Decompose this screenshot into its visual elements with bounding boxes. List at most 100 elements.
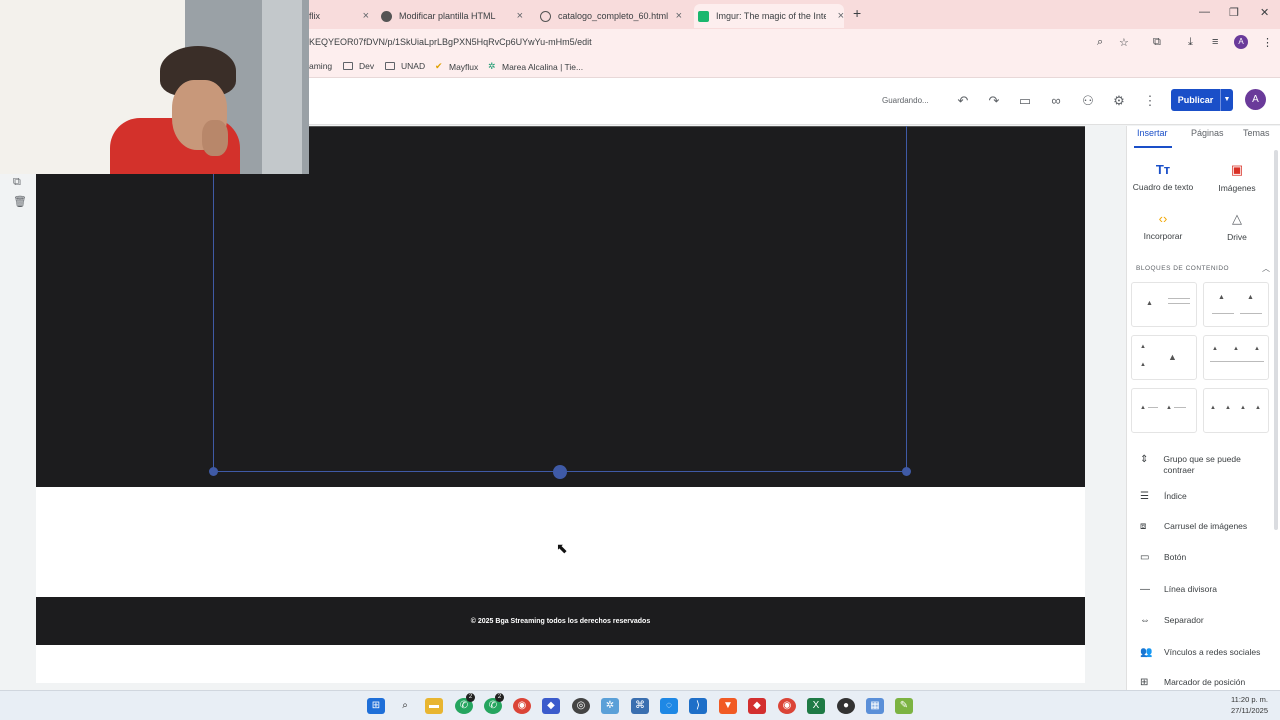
downloads-icon[interactable]: ⤓ [1188, 36, 1193, 49]
app-icon[interactable]: ✲ [601, 698, 619, 714]
app-icon[interactable]: ⌘ [631, 698, 649, 714]
duplicate-section-icon[interactable]: ⧉ [13, 176, 27, 189]
app-icon[interactable]: ◆ [748, 698, 766, 714]
resize-handle[interactable] [902, 467, 911, 476]
social-links-item[interactable]: 👥 Vínculos a redes sociales [1140, 647, 1270, 658]
link-icon[interactable]: ∞ [1046, 91, 1066, 111]
toc-item[interactable]: ☰ Índice [1140, 491, 1270, 502]
image-placeholder-icon: ▲ [1240, 405, 1246, 411]
image-placeholder-icon: ▲ [1140, 344, 1146, 350]
close-tab-icon[interactable]: × [676, 10, 682, 22]
layout-card[interactable]: ▲ ▲ [1203, 282, 1269, 327]
collapsible-group-item[interactable]: ⇕ Grupo que se puede contraer [1140, 454, 1270, 476]
spacer-item[interactable]: ⇔ Separador [1140, 615, 1270, 626]
reading-list-icon[interactable]: ≡ [1212, 36, 1218, 48]
image-placeholder-icon: ▲ [1212, 346, 1218, 352]
close-tab-icon[interactable]: × [838, 10, 844, 22]
selected-element-box[interactable] [213, 126, 907, 472]
close-tab-icon[interactable]: × [363, 10, 369, 22]
bookmark-folder[interactable]: Dev [343, 61, 374, 71]
new-tab-icon[interactable]: + [853, 5, 861, 21]
images-tool[interactable]: ▣ Imágenes [1202, 162, 1272, 193]
extensions-icon[interactable]: ⧉ [1153, 36, 1161, 49]
layout-card[interactable]: ▲ ▲ [1131, 388, 1197, 433]
text-box-tool[interactable]: Tт Cuadro de texto [1128, 162, 1198, 192]
browser-tab[interactable]: catalogo_completo_60.html × [540, 4, 682, 28]
redo-icon[interactable]: ↷ [984, 91, 1004, 111]
url-field[interactable]: KEQYEOR07fDVN/p/1SkUiaLprLBgPXN5HqRvCp6U… [309, 37, 592, 47]
bookmark-item[interactable]: aming [309, 61, 332, 71]
tab-themes[interactable]: Temas [1243, 128, 1270, 138]
layout-card[interactable]: ▲ ▲ ▲ [1203, 335, 1269, 380]
publish-button[interactable]: Publicar ▼ [1171, 89, 1233, 111]
zoom-icon[interactable]: ⌕ [1097, 36, 1103, 49]
carousel-item[interactable]: ⧈ Carrusel de imágenes [1140, 521, 1270, 532]
layout-card[interactable]: ▲ [1131, 282, 1197, 327]
mouse-cursor: ⬉ [556, 540, 568, 556]
excel-icon[interactable]: X [807, 698, 825, 714]
drive-icon: △ [1232, 211, 1242, 226]
image-placeholder-icon: ▲ [1168, 352, 1177, 362]
text-line [1210, 361, 1264, 362]
app-icon[interactable]: ● [837, 698, 855, 714]
chrome-icon[interactable]: ◉ [778, 698, 796, 714]
image-placeholder-icon: ▲ [1140, 362, 1146, 368]
app-icon[interactable]: ▦ [866, 698, 884, 714]
bookmark-item[interactable]: ✲ Marea Alcalina | Tie... [488, 61, 583, 72]
bottom-section[interactable] [36, 645, 1085, 683]
more-options-icon[interactable]: ⋮ [1140, 91, 1160, 111]
undo-icon[interactable]: ↶ [953, 91, 973, 111]
browser-tab[interactable]: Modificar plantilla HTML × [381, 4, 523, 28]
embed-tool[interactable]: ‹› Incorporar [1128, 211, 1198, 241]
app-icon[interactable]: ✎ [895, 698, 913, 714]
preview-icon[interactable]: ▭ [1015, 91, 1035, 111]
app-icon[interactable]: ◌ [660, 698, 678, 714]
close-window-icon[interactable]: ✕ [1260, 6, 1269, 19]
minimize-icon[interactable]: — [1199, 6, 1210, 18]
drive-tool[interactable]: △ Drive [1202, 211, 1272, 242]
system-clock[interactable]: 11:20 p. m. 27/11/2025 [1231, 694, 1268, 716]
chevron-up-icon[interactable]: ︿ [1262, 263, 1270, 274]
notification-badge: 2 [466, 693, 475, 702]
share-icon[interactable]: ⚇ [1078, 91, 1098, 111]
layout-card[interactable]: ▲ ▲ ▲ [1131, 335, 1197, 380]
divider-item[interactable]: — Línea divisora [1140, 584, 1270, 595]
publish-dropdown-icon[interactable]: ▼ [1220, 89, 1233, 111]
bookmark-item[interactable]: ✔ Mayflux [435, 61, 478, 72]
panel-scrollbar[interactable] [1274, 150, 1278, 530]
browser-tab[interactable]: Imgur: The magic of the Interne × [694, 4, 844, 28]
settings-icon[interactable]: ⚙ [1109, 91, 1129, 111]
user-avatar[interactable]: A [1245, 89, 1266, 110]
delete-section-icon[interactable]: 🗑 [13, 195, 27, 208]
menu-dots-icon[interactable]: ⋮ [1262, 36, 1273, 49]
taskbar: ⊞ ⌕ ▬ ✆ 2 ✆ 2 ◉ ◆ ◎ ✲ ⌘ ◌ ⟩ ▼ ◆ ◉ X ● ▦ … [0, 690, 1280, 720]
bookmark-folder[interactable]: UNAD [385, 61, 425, 71]
image-placeholder-icon: ▲ [1146, 300, 1153, 307]
layout-card[interactable]: ▲ ▲ ▲ ▲ [1203, 388, 1269, 433]
image-placeholder-icon: ▲ [1210, 405, 1216, 411]
item-label: Marcador de posición [1164, 677, 1246, 687]
search-icon[interactable]: ⌕ [396, 698, 414, 714]
button-item[interactable]: ▭ Botón [1140, 552, 1270, 563]
footer-section[interactable]: © 2025 Bga Streaming todos los derechos … [36, 597, 1085, 645]
windows-start-icon[interactable]: ⊞ [367, 698, 385, 714]
tab-insert[interactable]: Insertar [1137, 128, 1168, 138]
vscode-icon[interactable]: ⟩ [689, 698, 707, 714]
text-box-icon: Tт [1155, 162, 1171, 177]
browser-tab[interactable]: flix × [309, 4, 369, 28]
bookmark-star-icon[interactable]: ☆ [1119, 36, 1129, 49]
resize-handle[interactable] [553, 465, 567, 479]
app-icon[interactable]: ◎ [572, 698, 590, 714]
save-status: Guardando... [882, 96, 929, 105]
chrome-icon[interactable]: ◉ [513, 698, 531, 714]
brave-icon[interactable]: ▼ [719, 698, 737, 714]
tab-pages[interactable]: Páginas [1191, 128, 1224, 138]
file-explorer-icon[interactable]: ▬ [425, 698, 443, 714]
placeholder-item[interactable]: ⊞ Marcador de posición [1140, 677, 1270, 688]
close-tab-icon[interactable]: × [517, 10, 523, 22]
profile-avatar[interactable]: A [1234, 35, 1248, 49]
app-icon[interactable]: ◆ [542, 698, 560, 714]
restore-icon[interactable]: ❐ [1229, 6, 1239, 19]
image-placeholder-icon: ▲ [1218, 294, 1225, 301]
resize-handle[interactable] [209, 467, 218, 476]
